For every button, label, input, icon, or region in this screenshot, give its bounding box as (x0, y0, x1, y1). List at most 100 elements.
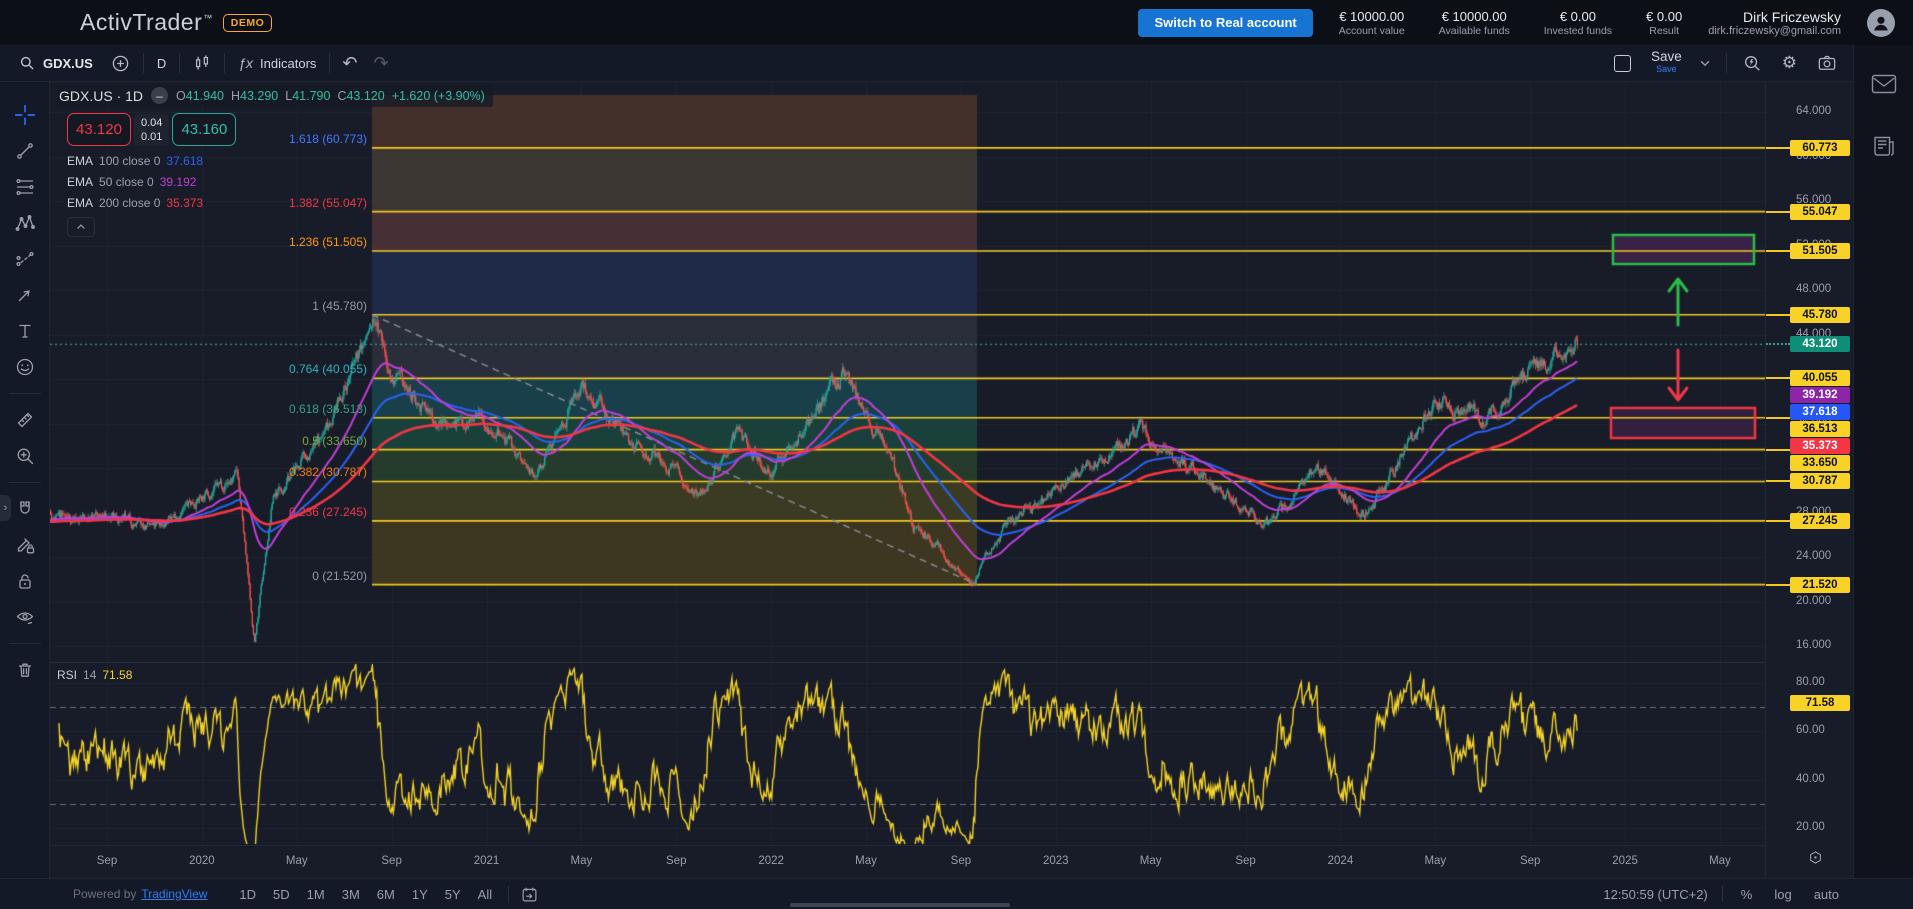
range-5y-button[interactable]: 5Y (439, 885, 467, 904)
order-buttons: 43.120 0.04 0.01 43.160 (67, 113, 493, 146)
legend-symbol-title[interactable]: GDX.US · 1D (59, 88, 143, 104)
toolbar-separator (9, 643, 41, 644)
switch-to-real-account-button[interactable]: Switch to Real account (1138, 9, 1312, 37)
scale-percent-button[interactable]: % (1737, 885, 1757, 904)
fib-level-label[interactable]: 0.764 (40.055) (207, 362, 367, 376)
time-axis[interactable]: Sep2020MaySep2021MaySep2022MaySep2023May… (50, 845, 1765, 878)
tool-zoom-in-icon[interactable] (8, 439, 42, 473)
tool-trend-line-icon[interactable] (8, 134, 42, 168)
time-tick-label: 2024 (1328, 855, 1354, 867)
expand-drawer-handle[interactable]: › (0, 495, 11, 521)
range-6m-button[interactable]: 6M (371, 885, 401, 904)
price-tick-label: 20.000 (1796, 595, 1831, 609)
range-1y-button[interactable]: 1Y (406, 885, 434, 904)
time-tick-label: 2023 (1043, 855, 1069, 867)
toolbar-separator (9, 482, 41, 483)
ema-price-badge: 37.618 (1790, 404, 1850, 420)
fib-level-label[interactable]: 0.618 (36.513) (207, 402, 367, 416)
powered-by-label: Powered by (73, 887, 136, 901)
time-tick-label: May (1709, 855, 1731, 867)
news-icon[interactable] (1872, 135, 1896, 157)
quick-search-icon[interactable] (1735, 54, 1770, 73)
indicator-legend-row[interactable]: EMA200 close 035.373 (67, 196, 493, 210)
tool-forecast-icon[interactable] (8, 242, 42, 276)
fib-level-label[interactable]: 0.236 (27.245) (207, 505, 367, 519)
range-1d-button[interactable]: 1D (233, 885, 262, 904)
fib-level-label[interactable]: 1.236 (51.505) (207, 235, 367, 249)
tool-hide-all-icon[interactable] (8, 600, 42, 634)
indicator-legend-rows: EMA100 close 037.618 EMA50 close 039.192 E… (57, 154, 493, 210)
range-all-button[interactable]: All (472, 885, 498, 904)
indicators-button[interactable]: ƒx Indicators (229, 49, 325, 77)
tool-lock-all-icon[interactable] (8, 564, 42, 598)
activtrader-logo: ActivTrader™ (80, 9, 213, 36)
tool-drawing-lock-icon[interactable] (8, 528, 42, 562)
buy-button[interactable]: 43.160 (172, 113, 236, 146)
clock[interactable]: 12:50:59 (UTC+2) (1603, 887, 1707, 902)
indicator-legend-row[interactable]: EMA100 close 037.618 (67, 154, 493, 168)
tool-magnet-icon[interactable] (8, 492, 42, 526)
tradingview-link[interactable]: TradingView (141, 887, 207, 901)
tool-emoji-icon[interactable] (8, 350, 42, 384)
rsi-tick-label: 80.00 (1796, 676, 1825, 690)
tool-xabcd-pattern-icon[interactable] (8, 206, 42, 240)
range-1m-button[interactable]: 1M (301, 885, 331, 904)
scale-log-button[interactable]: log (1770, 885, 1795, 904)
bottom-bar-right: 12:50:59 (UTC+2) % logauto (1603, 885, 1913, 904)
range-5d-button[interactable]: 5D (267, 885, 296, 904)
price-line-connector (1766, 520, 1790, 522)
range-3m-button[interactable]: 3M (336, 885, 366, 904)
top-bar-right: Switch to Real account € 10000.00Account… (1138, 9, 1913, 37)
go-to-date-icon[interactable] (508, 886, 538, 903)
collapse-legend-icon[interactable]: – (151, 87, 168, 104)
undo-icon[interactable]: ↶ (334, 53, 365, 74)
change-value: +1.620 (+3.90%) (392, 89, 485, 103)
right-sidebar (1853, 45, 1913, 878)
tool-crosshair-icon[interactable] (8, 98, 42, 132)
ema-price-badge: 35.373 (1790, 438, 1850, 454)
price-line-connector (1766, 584, 1790, 586)
chart-style-icon[interactable] (184, 49, 220, 77)
search-icon (19, 55, 36, 72)
stat-value: € 10000.00 (1439, 9, 1510, 24)
compare-add-icon[interactable] (102, 49, 139, 77)
tool-trash-icon[interactable] (8, 653, 42, 687)
scale-auto-button[interactable]: auto (1810, 885, 1843, 904)
time-tick-label: Sep (381, 855, 401, 867)
symbol-search-button[interactable]: GDX.US (10, 49, 102, 77)
horizontal-scrollbar[interactable] (790, 903, 1010, 907)
axis-settings-icon[interactable] (1808, 850, 1823, 865)
price-line-connector (1766, 480, 1790, 482)
price-line-connector (1766, 417, 1790, 419)
tool-text-tool-icon[interactable] (8, 314, 42, 348)
sell-button[interactable]: 43.120 (67, 113, 131, 146)
camera-snapshot-icon[interactable] (1809, 54, 1845, 72)
time-tick-label: Sep (666, 855, 686, 867)
interval-button[interactable]: D (148, 49, 175, 77)
fib-level-label[interactable]: 0 (21.520) (207, 569, 367, 583)
fib-price-badge: 36.513 (1790, 421, 1850, 437)
fib-level-label[interactable]: 0.5 (33.650) (207, 434, 367, 448)
settings-gear-icon[interactable]: ⚙ (1774, 53, 1805, 73)
save-button[interactable]: Save Save (1645, 51, 1688, 75)
fib-level-label[interactable]: 0.382 (30.787) (207, 465, 367, 479)
time-tick-label: May (1424, 855, 1446, 867)
save-menu-chevron-icon[interactable] (1692, 56, 1718, 70)
logo-area: ActivTrader™ DEMO (0, 9, 272, 36)
account-stat-0: € 10000.00Account value (1339, 9, 1405, 37)
account-stat-1: € 10000.00Available funds (1439, 9, 1510, 37)
collapse-indicators-icon[interactable] (67, 217, 95, 237)
indicator-legend-row[interactable]: EMA50 close 039.192 (67, 175, 493, 189)
price-axis[interactable]: 64.00060.00056.00052.00048.00044.00040.0… (1765, 82, 1853, 878)
tool-fib-lines-icon[interactable] (8, 170, 42, 204)
layout-square-icon[interactable] (1614, 55, 1631, 72)
tool-ruler-icon[interactable] (8, 403, 42, 437)
redo-icon[interactable]: ↷ (366, 53, 397, 74)
chart-toolbar: GDX.US D ƒx Indicators ↶ ↷ Save Save (0, 45, 1913, 82)
stat-label: Result (1646, 25, 1682, 37)
avatar[interactable] (1867, 9, 1895, 37)
ohlc-values: O41.940 H43.290 L41.790 C43.120 +1.620 (… (176, 89, 485, 103)
email-icon[interactable] (1871, 73, 1897, 95)
fib-level-label[interactable]: 1 (45.780) (207, 299, 367, 313)
tool-arrow-marker-icon[interactable] (8, 278, 42, 312)
